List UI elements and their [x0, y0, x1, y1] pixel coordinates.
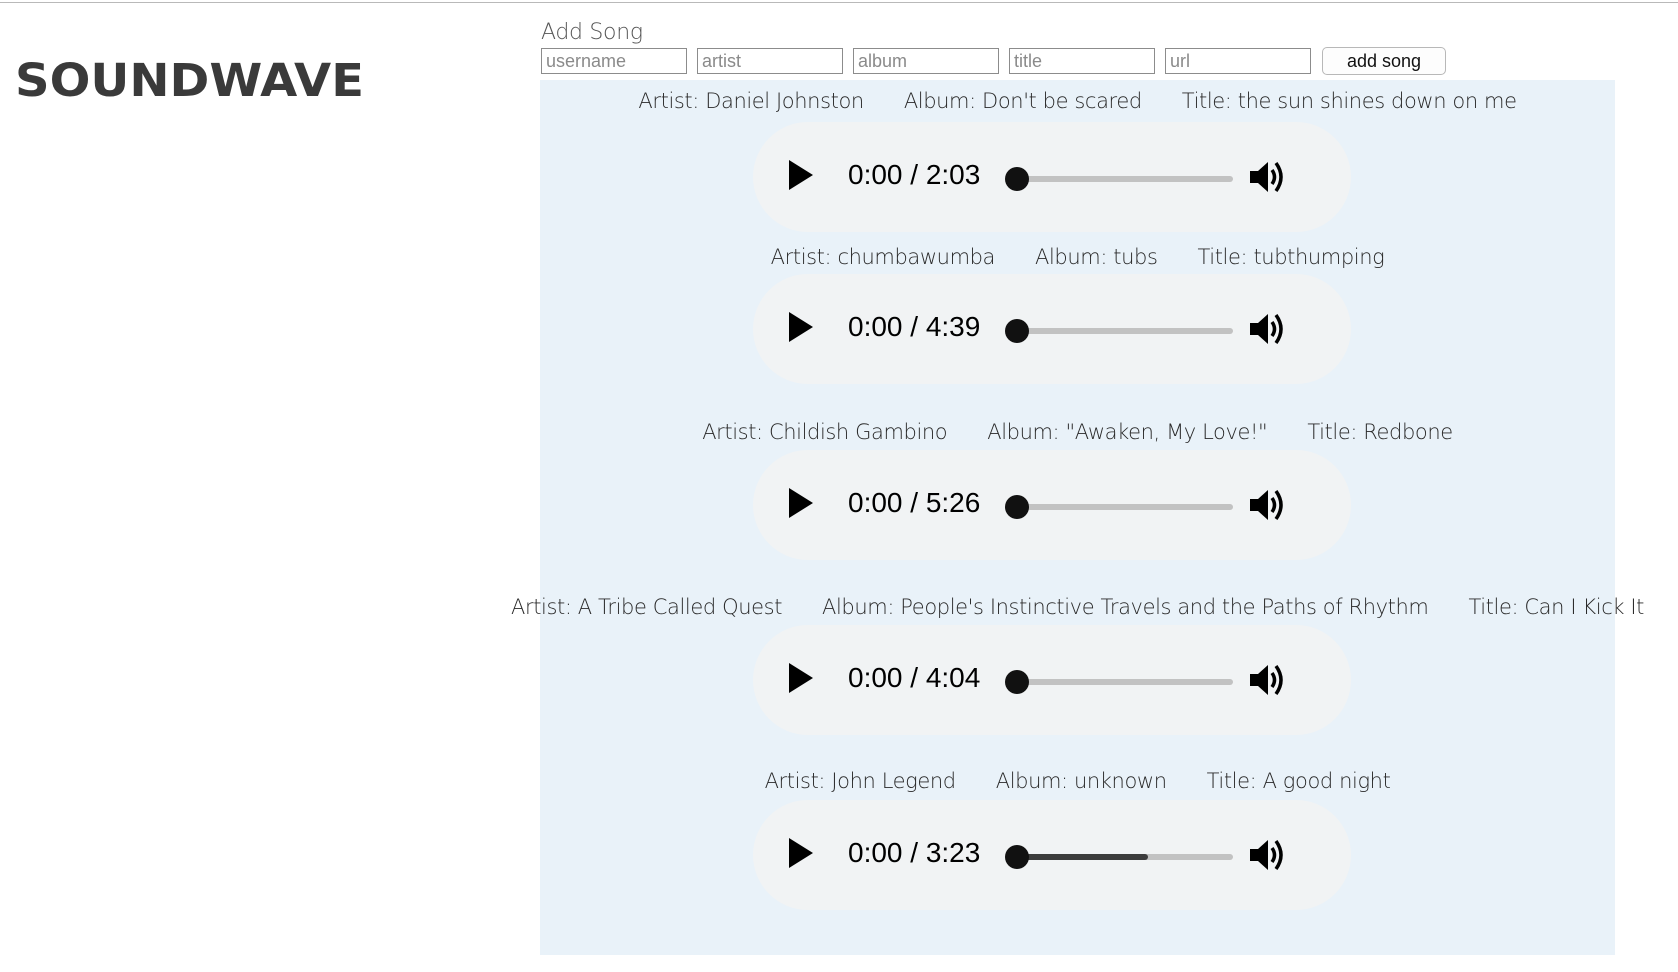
seek-bar[interactable] [1005, 319, 1233, 343]
seek-thumb[interactable] [1005, 670, 1029, 694]
song-artist: Artist: Childish Gambino [702, 420, 948, 444]
play-icon[interactable] [789, 160, 813, 190]
audio-player: 0:00 / 3:23 [753, 800, 1351, 910]
artist-input[interactable] [697, 48, 843, 74]
song-meta: Artist: Daniel Johnston Album: Don't be … [540, 86, 1615, 116]
song-title: Title: the sun shines down on me [1181, 89, 1517, 113]
song-album: Album: People's Instinctive Travels and … [822, 595, 1429, 619]
song-meta: Artist: John Legend Album: unknown Title… [540, 766, 1615, 796]
song-meta: Artist: Childish Gambino Album: "Awaken,… [540, 417, 1615, 447]
time-display: 0:00 / 4:39 [848, 311, 981, 342]
audio-player: 0:00 / 4:04 [753, 625, 1351, 735]
song-artist: Artist: chumbawumba [770, 245, 996, 269]
song-artist: Artist: Daniel Johnston [638, 89, 864, 113]
seek-thumb[interactable] [1005, 319, 1029, 343]
song-artist: Artist: A Tribe Called Quest [511, 595, 783, 619]
play-icon[interactable] [789, 838, 813, 868]
album-input[interactable] [853, 48, 999, 74]
play-icon[interactable] [789, 312, 813, 342]
song-title: Title: Redbone [1307, 420, 1453, 444]
top-divider [0, 2, 1678, 3]
volume-icon[interactable] [1248, 310, 1288, 348]
seek-bar[interactable] [1005, 167, 1233, 191]
seek-bar[interactable] [1005, 495, 1233, 519]
add-song-fields: add song [541, 47, 1446, 75]
volume-icon[interactable] [1248, 661, 1288, 699]
audio-player: 0:00 / 5:26 [753, 450, 1351, 560]
seek-thumb[interactable] [1005, 167, 1029, 191]
time-display: 0:00 / 2:03 [848, 159, 981, 190]
play-icon[interactable] [789, 488, 813, 518]
url-input[interactable] [1165, 48, 1311, 74]
song-item: Artist: A Tribe Called Quest Album: Peop… [511, 592, 1644, 735]
song-item: Artist: Childish Gambino Album: "Awaken,… [540, 417, 1615, 560]
song-title: Title: Can I Kick It [1468, 595, 1645, 619]
audio-player: 0:00 / 4:39 [753, 274, 1351, 384]
song-album: Album: unknown [995, 769, 1167, 793]
add-song-heading: Add Song [541, 20, 643, 45]
app-logo: SOUNDWAVE [15, 54, 364, 108]
song-meta: Artist: chumbawumba Album: tubs Title: t… [540, 242, 1615, 272]
song-title: Title: A good night [1206, 769, 1391, 793]
add-song-form: Add Song add song [541, 20, 1446, 75]
time-display: 0:00 / 3:23 [848, 837, 981, 868]
song-item: Artist: Daniel Johnston Album: Don't be … [540, 86, 1615, 232]
seek-bar[interactable] [1005, 845, 1233, 869]
seek-buffered [1009, 854, 1148, 860]
username-input[interactable] [541, 48, 687, 74]
seek-thumb[interactable] [1005, 495, 1029, 519]
audio-player: 0:00 / 2:03 [753, 122, 1351, 232]
song-album: Album: "Awaken, My Love!" [987, 420, 1268, 444]
time-display: 0:00 / 4:04 [848, 662, 981, 693]
title-input[interactable] [1009, 48, 1155, 74]
song-meta: Artist: A Tribe Called Quest Album: Peop… [511, 592, 1644, 622]
play-icon[interactable] [789, 663, 813, 693]
seek-bar[interactable] [1005, 670, 1233, 694]
song-list: Artist: Daniel Johnston Album: Don't be … [511, 80, 1644, 955]
add-song-button[interactable]: add song [1322, 47, 1446, 75]
volume-icon[interactable] [1248, 158, 1288, 196]
time-display: 0:00 / 5:26 [848, 487, 981, 518]
seek-thumb[interactable] [1005, 845, 1029, 869]
song-item: Artist: John Legend Album: unknown Title… [540, 766, 1615, 910]
song-artist: Artist: John Legend [764, 769, 957, 793]
song-item: Artist: chumbawumba Album: tubs Title: t… [540, 242, 1615, 384]
song-album: Album: Don't be scared [903, 89, 1142, 113]
song-title: Title: tubthumping [1197, 245, 1385, 269]
volume-icon[interactable] [1248, 486, 1288, 524]
volume-icon[interactable] [1248, 836, 1288, 874]
song-album: Album: tubs [1035, 245, 1158, 269]
